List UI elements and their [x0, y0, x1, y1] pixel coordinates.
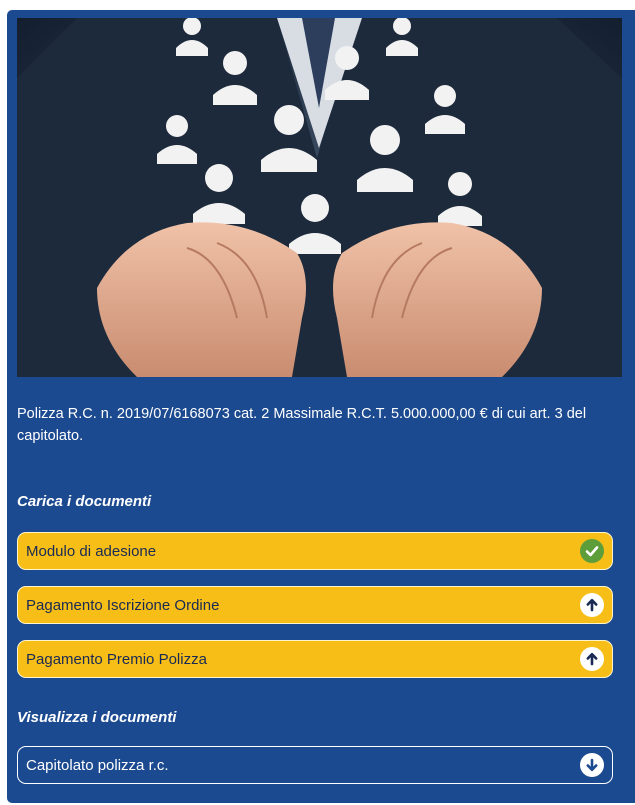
view-section-title: Visualizza i documenti — [17, 709, 177, 726]
upload-modulo-adesione-button[interactable]: Modulo di adesione — [17, 532, 613, 570]
upload-section-title: Carica i documenti — [17, 493, 152, 510]
view-capitolato-button[interactable]: Capitolato polizza r.c. — [17, 746, 613, 784]
upload-pagamento-iscrizione-button[interactable]: Pagamento Iscrizione Ordine — [17, 586, 613, 624]
arrow-up-circle-icon[interactable] — [580, 593, 604, 617]
view-item-label: Capitolato polizza r.c. — [26, 756, 169, 774]
hero-image — [17, 18, 622, 377]
arrow-up-circle-icon[interactable] — [580, 647, 604, 671]
upload-item-label: Modulo di adesione — [26, 542, 157, 560]
upload-pagamento-premio-button[interactable]: Pagamento Premio Polizza — [17, 640, 613, 678]
arrow-down-circle-icon[interactable] — [580, 753, 604, 777]
upload-item-label: Pagamento Premio Polizza — [26, 650, 207, 668]
check-circle-icon — [580, 539, 604, 563]
policy-description: Polizza R.C. n. 2019/07/6168073 cat. 2 M… — [17, 406, 587, 444]
hands-holding-people-icon — [17, 18, 622, 377]
upload-item-label: Pagamento Iscrizione Ordine — [26, 596, 220, 614]
